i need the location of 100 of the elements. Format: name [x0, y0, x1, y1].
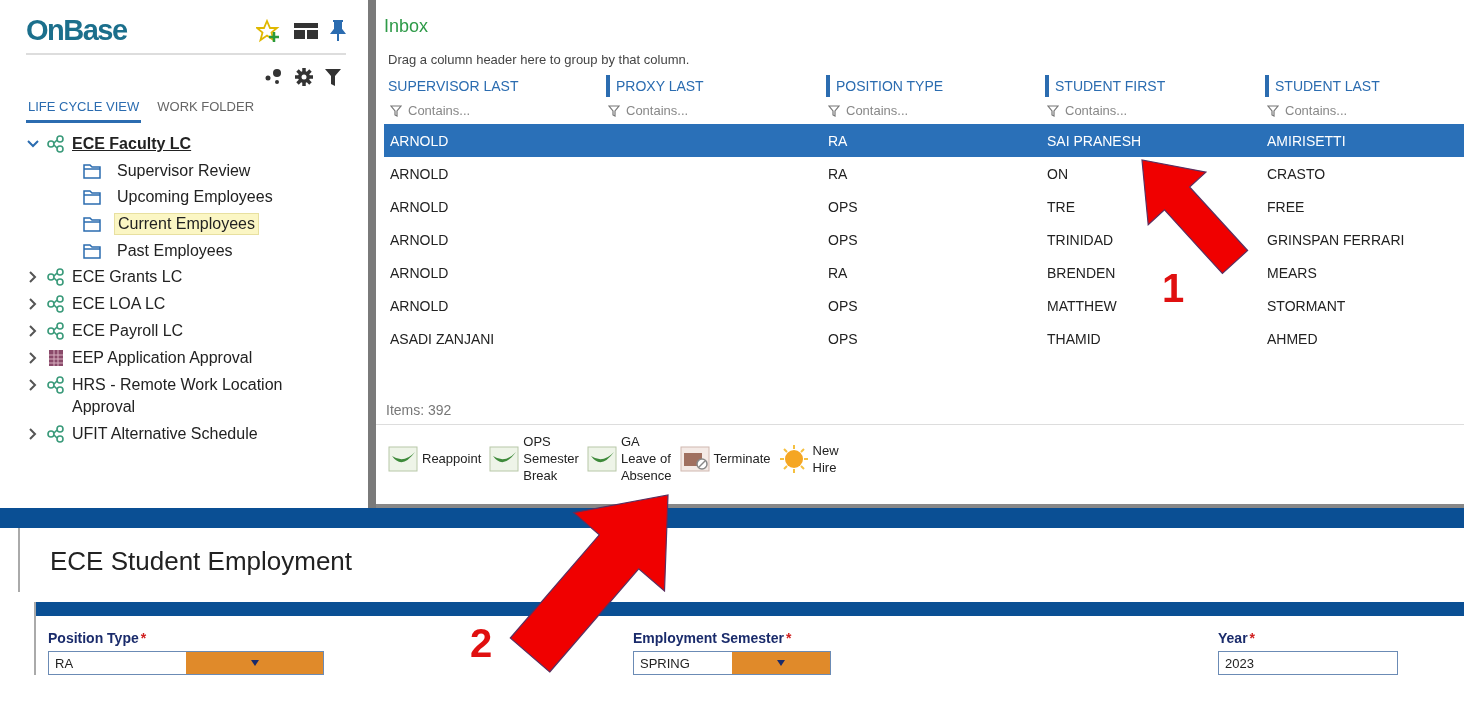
table-cell: STORMANT [1267, 297, 1346, 314]
layout-icon[interactable] [294, 21, 318, 40]
table-cell: ASADI ZANJANI [390, 330, 495, 347]
required-mark: * [785, 630, 792, 646]
filter-field[interactable]: Contains... [626, 103, 766, 118]
tree-item[interactable]: ECE Faculty LC [72, 133, 312, 155]
dropdown-field[interactable]: RA [48, 651, 324, 675]
action-button[interactable]: Reappoint [388, 443, 482, 474]
annotation-number: 1 [1162, 266, 1185, 310]
tree-item[interactable]: EEP Application Approval [72, 347, 312, 369]
required-mark: * [1249, 630, 1256, 646]
dropdown-field[interactable]: SPRING [633, 651, 831, 675]
tree-item[interactable]: Current Employees [114, 213, 259, 235]
tree-item[interactable]: ECE Payroll LC [72, 320, 312, 342]
action-button[interactable]: New Hire [778, 441, 839, 476]
column-header[interactable]: POSITION TYPE [836, 78, 944, 94]
pin-icon[interactable] [330, 19, 346, 42]
field-label: Employment Semester [633, 630, 784, 646]
table-cell: FREE [1267, 198, 1305, 215]
table-cell: ARNOLD [390, 132, 449, 149]
column-header[interactable]: STUDENT FIRST [1055, 78, 1166, 94]
tree-item[interactable]: ECE Grants LC [72, 266, 312, 288]
view-tab[interactable]: WORK FOLDER [155, 95, 257, 123]
check-icon [586, 443, 617, 474]
check-icon [388, 443, 418, 474]
tree-item[interactable]: Upcoming Employees [114, 187, 276, 207]
field-label: Year [1218, 630, 1248, 646]
filter-icon [390, 104, 402, 117]
table-cell: OPS [828, 198, 858, 215]
table-cell: SAI PRANESH [1047, 132, 1142, 149]
settings-icon[interactable] [294, 67, 314, 87]
selected-table-row[interactable]: ARNOLD RA SAI PRANESH AMIRISETTI [384, 124, 1464, 157]
table-cell: TRE [1047, 198, 1075, 215]
view-tab[interactable]: LIFE CYCLE VIEW [26, 95, 142, 123]
table-cell: ARNOLD [390, 231, 449, 248]
filter-field[interactable]: Contains... [408, 103, 548, 118]
filter-icon [1047, 104, 1059, 117]
table-cell: TRINIDAD [1047, 231, 1114, 248]
filter-icon [608, 104, 620, 117]
dots-icon[interactable] [264, 67, 284, 85]
table-cell: RA [828, 165, 848, 182]
column-header[interactable]: STUDENT LAST [1275, 78, 1380, 94]
table-cell: CRASTO [1267, 165, 1326, 182]
column-header[interactable]: SUPERVISOR LAST [388, 78, 519, 94]
table-cell: AHMED [1267, 330, 1318, 347]
folder-icon [82, 162, 102, 180]
nodes-icon [46, 135, 66, 153]
required-mark: * [140, 630, 147, 646]
caret-icon [250, 660, 259, 666]
folder-cancel-icon [679, 443, 710, 474]
folder-icon [82, 188, 102, 206]
table-cell: MATTHEW [1047, 297, 1117, 314]
folder-icon [82, 242, 102, 260]
tree-item[interactable]: UFIT Alternative Schedule [72, 423, 312, 445]
sun-icon [778, 443, 809, 474]
inbox-title: Inbox [383, 15, 430, 38]
table-cell: ARNOLD [390, 297, 449, 314]
items-count: Items: 392 [376, 394, 1464, 425]
tree-item[interactable]: Supervisor Review [114, 161, 254, 181]
tree-item[interactable]: HRS - Remote Work Location Approval [72, 374, 312, 418]
table-cell: GRINSPAN FERRARI [1267, 231, 1405, 248]
filter-icon [828, 104, 840, 117]
table-cell: ARNOLD [390, 198, 449, 215]
nodes-icon [46, 425, 66, 443]
star-add-icon[interactable] [256, 18, 282, 43]
table-cell: OPS [828, 297, 858, 314]
nodes-icon [46, 322, 66, 340]
nodes-icon [46, 295, 66, 313]
column-header[interactable]: PROXY LAST [616, 78, 704, 94]
filter-icon [1267, 104, 1279, 117]
nodes-icon [46, 268, 66, 286]
table-cell: THAMID [1047, 330, 1101, 347]
action-button[interactable]: GA Leave of Absence [586, 433, 672, 484]
table-cell: RA [828, 132, 848, 149]
table-cell: OPS [828, 231, 858, 248]
filter-field[interactable]: Contains... [1285, 103, 1425, 118]
nodes-icon [46, 376, 66, 394]
tree-item[interactable]: ECE LOA LC [72, 293, 312, 315]
table-cell: OPS [828, 330, 858, 347]
table-cell: MEARS [1267, 264, 1317, 281]
filter-icon[interactable] [324, 67, 342, 87]
caret-icon [777, 660, 785, 666]
filter-field[interactable]: Contains... [1065, 103, 1205, 118]
filter-field[interactable]: Contains... [846, 103, 986, 118]
tree-item[interactable]: Past Employees [114, 241, 236, 261]
table-cell: BRENDEN [1047, 264, 1116, 281]
table-cell: ARNOLD [390, 165, 449, 182]
logo: OnBase [26, 14, 127, 47]
table-cell: ARNOLD [390, 264, 449, 281]
action-button[interactable]: Terminate [679, 443, 771, 474]
action-button[interactable]: OPS Semester Break [489, 433, 579, 484]
annotation-number: 2 [470, 621, 493, 665]
folder-icon [82, 215, 102, 233]
field-label: Position Type [48, 630, 139, 646]
input-field[interactable]: 2023 [1218, 651, 1398, 675]
calendar-icon [46, 349, 66, 367]
table-cell: RA [828, 264, 848, 281]
group-hint: Drag a column header here to group by that column. [387, 51, 691, 69]
table-cell: AMIRISETTI [1267, 132, 1346, 149]
table-cell: ON [1047, 165, 1068, 182]
